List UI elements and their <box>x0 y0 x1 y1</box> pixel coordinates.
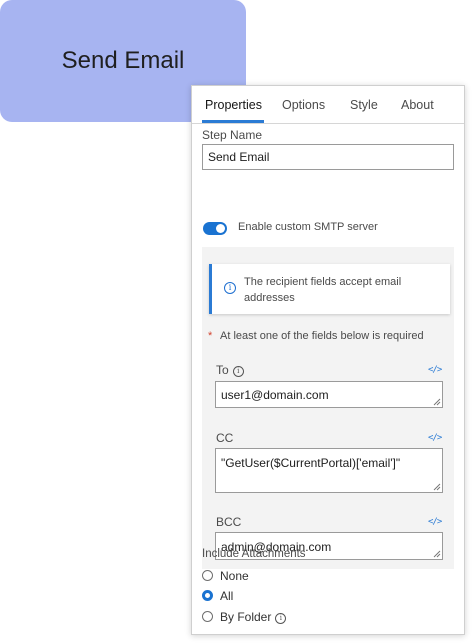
required-asterisk: * <box>208 330 213 342</box>
radio-by-folder-label: By Folder i <box>220 610 287 624</box>
smtp-toggle[interactable] <box>203 222 227 235</box>
to-value: user1@domain.com <box>221 388 329 402</box>
step-name-label: Step Name <box>202 128 263 142</box>
info-icon[interactable]: i <box>232 366 244 377</box>
tab-options[interactable]: Options <box>282 98 325 112</box>
cc-value: "GetUser($CurrentPortal)['email']" <box>221 456 401 470</box>
tab-about[interactable]: About <box>401 98 434 112</box>
info-icon[interactable]: i <box>275 613 287 624</box>
tab-properties[interactable]: Properties <box>205 98 262 112</box>
resize-handle-icon[interactable] <box>433 483 441 491</box>
panel-tabs: Properties Options Style About <box>192 86 464 124</box>
active-tab-indicator <box>202 120 264 123</box>
radio-none-label: None <box>220 569 249 583</box>
resize-handle-icon[interactable] <box>433 398 441 406</box>
required-hint: At least one of the fields below is requ… <box>220 330 424 342</box>
attachments-label: Include Attachments <box>202 548 306 560</box>
code-icon[interactable]: </> <box>428 517 442 527</box>
bcc-label: BCC <box>216 515 242 529</box>
info-icon: i <box>224 282 236 294</box>
recipients-section: i The recipient fields accept email addr… <box>202 247 454 569</box>
notice-text: The recipient fields accept email addres… <box>244 276 402 304</box>
to-input[interactable]: user1@domain.com <box>215 381 443 408</box>
smtp-toggle-label: Enable custom SMTP server <box>238 221 378 233</box>
radio-by-folder-text: By Folder <box>220 610 272 624</box>
resize-handle-icon[interactable] <box>433 550 441 558</box>
cc-label: CC <box>216 431 234 445</box>
radio-by-folder-button[interactable] <box>202 611 213 622</box>
code-icon[interactable]: </> <box>428 365 442 375</box>
tab-style[interactable]: Style <box>350 98 378 112</box>
to-label: To i <box>216 363 244 377</box>
panel-body: Step Name Send Email Enable custom SMTP … <box>192 124 464 634</box>
recipient-notice: i The recipient fields accept email addr… <box>209 264 450 314</box>
properties-panel: Properties Options Style About Step Name… <box>191 85 465 635</box>
radio-all-button[interactable] <box>202 590 213 601</box>
step-name-value: Send Email <box>208 150 270 164</box>
to-label-text: To <box>216 363 229 377</box>
radio-all-label: All <box>220 589 234 603</box>
step-node-title: Send Email <box>61 47 185 74</box>
cc-input[interactable]: "GetUser($CurrentPortal)['email']" <box>215 448 443 493</box>
radio-none-button[interactable] <box>202 570 213 581</box>
code-icon[interactable]: </> <box>428 433 442 443</box>
step-name-input[interactable]: Send Email <box>202 144 454 170</box>
